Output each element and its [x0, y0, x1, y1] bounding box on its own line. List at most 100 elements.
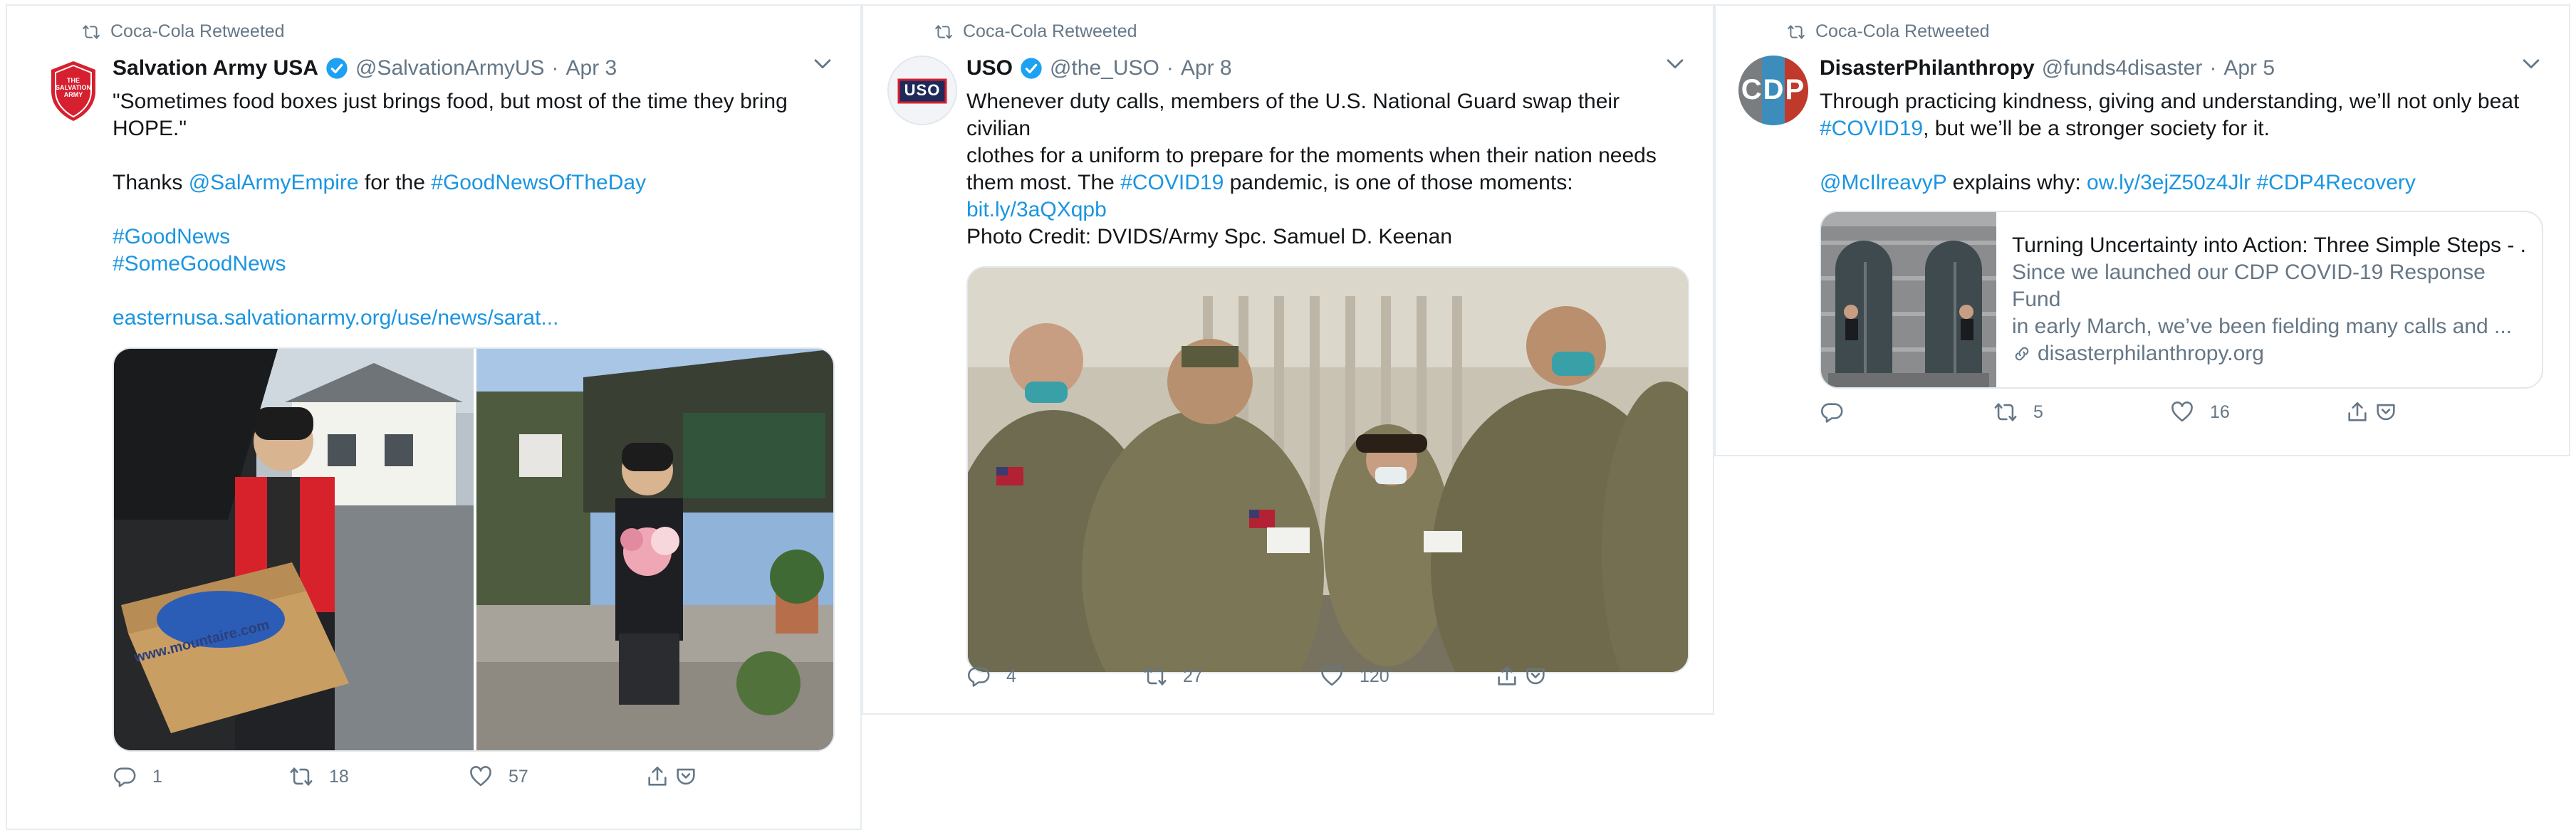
hashtag-link[interactable]: #COVID19	[1120, 171, 1224, 194]
pocket-icon[interactable]	[674, 765, 698, 789]
separator-dot: ·	[1166, 56, 1174, 80]
retweet-icon	[1993, 400, 2018, 424]
like-button[interactable]: 120	[1320, 664, 1495, 688]
author-handle[interactable]: @SalvationArmyUS	[355, 56, 545, 80]
retweet-context[interactable]: Coca-Cola Retweeted	[934, 21, 1137, 42]
text-line: clothes for a uniform to prepare for the…	[966, 144, 1657, 167]
tweet-date[interactable]: Apr 3	[566, 56, 617, 80]
tweet-media[interactable]: www.mountaire.com	[113, 347, 835, 752]
retweet-button[interactable]: 5	[1993, 400, 2170, 424]
text-line: Whenever duty calls, members of the U.S.…	[966, 90, 1620, 140]
retweet-context[interactable]: Coca-Cola Retweeted	[1787, 21, 1990, 42]
link-card[interactable]: Turning Uncertainty into Action: Three S…	[1820, 211, 2543, 389]
author-name[interactable]: Salvation Army USA	[113, 56, 318, 80]
retweet-button[interactable]: 27	[1143, 664, 1320, 688]
tweet-text: Through practicing kindness, giving and …	[1820, 88, 2538, 196]
like-count: 120	[1360, 666, 1389, 686]
author-name[interactable]: DisasterPhilanthropy	[1820, 56, 2035, 80]
share-icon	[2345, 400, 2369, 424]
verified-badge-icon	[1020, 57, 1043, 80]
author-handle[interactable]: @funds4disaster	[2042, 56, 2203, 80]
url-link[interactable]: bit.ly/3aQXqpb	[966, 198, 1107, 221]
tweet-media[interactable]	[966, 266, 1689, 673]
hashtag-link[interactable]: #COVID19	[1820, 117, 1923, 140]
retweeted-by-label: Coca-Cola Retweeted	[1815, 21, 1990, 41]
retweet-count: 5	[2033, 401, 2043, 422]
text-fragment: explains why:	[1946, 171, 2087, 194]
reply-count: 4	[1006, 666, 1016, 686]
card-thumbnail-image[interactable]	[1821, 212, 1996, 387]
mention-link[interactable]: @McIlreavyP	[1820, 171, 1946, 194]
tweet-uso[interactable]: Coca-Cola Retweeted USO USO @the_USO · A…	[862, 4, 1714, 715]
thanks-mid: for the	[358, 171, 432, 194]
text-fragment: them most. The	[966, 171, 1121, 194]
like-count: 57	[509, 766, 528, 787]
tweet-date[interactable]: Apr 5	[2223, 56, 2275, 80]
reply-button[interactable]: 1	[113, 765, 289, 789]
chevron-down-icon[interactable]	[1663, 51, 1687, 75]
author-handle[interactable]: @the_USO	[1050, 56, 1159, 80]
photo-woman-with-flowers[interactable]	[476, 349, 835, 752]
tweet-header: Salvation Army USA @SalvationArmyUS · Ap…	[113, 50, 829, 87]
share-button[interactable]	[645, 765, 698, 789]
heart-icon	[469, 765, 493, 789]
avatar-text: USO	[904, 81, 941, 99]
url-link[interactable]: ow.ly/3ejZ50z4Jlr	[2087, 171, 2251, 194]
author-name[interactable]: USO	[966, 56, 1013, 80]
text-line: @McIlreavyP explains why: ow.ly/3ejZ50z4…	[1820, 169, 2538, 196]
hashtag-link[interactable]: #CDP4Recovery	[2257, 171, 2416, 194]
retweet-icon	[1787, 23, 1805, 41]
avatar[interactable]: CDP	[1738, 56, 1808, 125]
avatar[interactable]: THE SALVATION ARMY	[38, 56, 108, 125]
retweet-icon	[1143, 664, 1167, 688]
card-body: Turning Uncertainty into Action: Three S…	[1996, 212, 2542, 387]
card-domain-text: disasterphilanthropy.org	[2038, 342, 2264, 365]
retweet-icon	[289, 765, 313, 789]
like-button[interactable]: 16	[2170, 400, 2345, 424]
hashtag-link[interactable]: #GoodNewsOfTheDay	[431, 171, 646, 194]
retweet-count: 18	[329, 766, 349, 787]
avatar-text: THE SALVATION ARMY	[56, 77, 91, 98]
mention-link[interactable]: @SalArmyEmpire	[189, 171, 359, 194]
photo-woman-with-food-box[interactable]	[114, 349, 474, 752]
retweet-icon	[934, 23, 953, 41]
text-fragment: , but we’ll be a stronger society for it…	[1923, 117, 2270, 140]
pocket-icon[interactable]	[2374, 400, 2398, 424]
photo-credit: Photo Credit: DVIDS/Army Spc. Samuel D. …	[966, 225, 1452, 248]
reply-count: 1	[152, 766, 162, 787]
url-link[interactable]: easternusa.salvationarmy.org/use/news/sa…	[113, 306, 558, 330]
tweet-text: "Sometimes food boxes just brings food, …	[113, 88, 829, 332]
retweet-context[interactable]: Coca-Cola Retweeted	[82, 21, 285, 42]
avatar[interactable]: USO	[887, 56, 957, 125]
retweeted-by-label: Coca-Cola Retweeted	[963, 21, 1137, 41]
text-line: Through practicing kindness, giving and …	[1820, 90, 2520, 113]
like-count: 16	[2210, 401, 2230, 422]
text-fragment: pandemic, is one of those moments:	[1224, 171, 1573, 194]
share-button[interactable]	[2345, 400, 2398, 424]
tweet-header: USO @the_USO · Apr 8	[966, 50, 1681, 87]
hashtag-link[interactable]: #GoodNews	[113, 225, 230, 248]
chevron-down-icon[interactable]	[810, 51, 835, 75]
retweeted-by-label: Coca-Cola Retweeted	[110, 21, 285, 41]
tweet-salvation-army[interactable]: Coca-Cola Retweeted THE SALVATION ARMY S…	[6, 4, 862, 830]
reply-button[interactable]	[1820, 400, 1993, 424]
retweet-icon	[82, 23, 100, 41]
chevron-down-icon[interactable]	[2519, 51, 2543, 75]
tweet-actions: 4 27 120	[966, 664, 1689, 688]
tweet-disaster-philanthropy[interactable]: Coca-Cola Retweeted CDP DisasterPhilanth…	[1714, 4, 2570, 456]
tweet-header: DisasterPhilanthropy @funds4disaster · A…	[1820, 50, 2538, 87]
hashtag-link[interactable]: #SomeGoodNews	[113, 252, 286, 275]
tweet-date[interactable]: Apr 8	[1181, 56, 1232, 80]
retweet-button[interactable]: 18	[289, 765, 469, 789]
share-button[interactable]	[1495, 664, 1548, 688]
card-description: Since we launched our CDP COVID-19 Respo…	[2012, 261, 2486, 311]
heart-icon	[2170, 400, 2194, 424]
reply-button[interactable]: 4	[966, 664, 1143, 688]
text-line: #COVID19, but we’ll be a stronger societ…	[1820, 115, 2538, 142]
separator-dot: ·	[2209, 56, 2217, 80]
text-line: them most. The #COVID19 pandemic, is one…	[966, 169, 1681, 196]
text-line: "Sometimes food boxes just brings food, …	[113, 90, 788, 113]
photo-national-guard-soldiers[interactable]	[968, 268, 1689, 673]
pocket-icon[interactable]	[1523, 664, 1548, 688]
like-button[interactable]: 57	[469, 765, 645, 789]
